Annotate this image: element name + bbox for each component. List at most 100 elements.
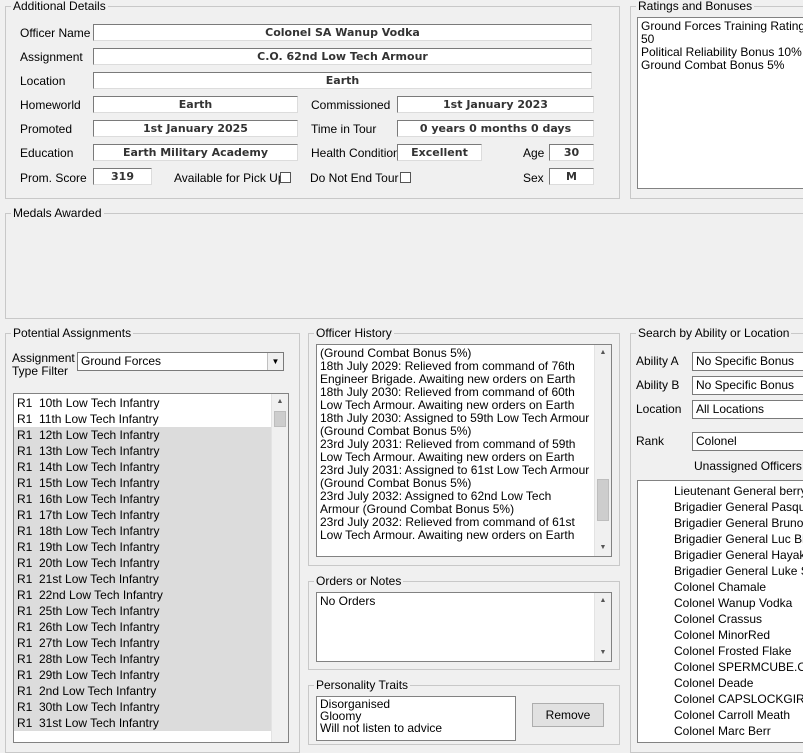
chevron-down-icon[interactable]: ▼ — [267, 353, 283, 370]
officer-list-item[interactable]: Brigadier General Hayakaw — [638, 547, 803, 563]
personality-list[interactable]: Disorganised Gloomy Will not listen to a… — [316, 696, 516, 741]
assignment-code: R1 — [17, 716, 33, 730]
rating-item: Ground Forces Training Rating 50 — [641, 19, 803, 46]
assignment-list-item[interactable]: R1 22nd Low Tech Infantry — [14, 587, 271, 603]
assignment-list-item[interactable]: R1 13th Low Tech Infantry — [14, 443, 271, 459]
assignment-code: R1 — [17, 508, 33, 522]
assignment-name: 15th Low Tech Infantry — [39, 476, 160, 490]
officer-history-text[interactable]: (Ground Combat Bonus 5%) 18th July 2029:… — [316, 344, 612, 557]
scroll-up-icon[interactable]: ▲ — [272, 394, 288, 410]
search-location-value: All Locations — [696, 402, 765, 416]
assignment-list-item[interactable]: R1 11th Low Tech Infantry — [14, 411, 271, 427]
officer-list-item[interactable]: Colonel Crassus — [638, 611, 803, 627]
assignment-list-item[interactable]: R1 29th Low Tech Infantry — [14, 667, 271, 683]
officer-list-item[interactable]: Colonel Deade — [638, 675, 803, 691]
assignment-code: R1 — [17, 460, 33, 474]
ability-a-select[interactable]: No Specific Bonus — [692, 352, 803, 371]
assignment-list-item[interactable]: R1 30th Low Tech Infantry — [14, 699, 271, 715]
assignment-code: R1 — [17, 396, 33, 410]
assignment-list-item[interactable]: R1 14th Low Tech Infantry — [14, 459, 271, 475]
history-line: 18th July 2029: Relieved from command of… — [320, 359, 576, 386]
assignment-list-item[interactable]: R1 16th Low Tech Infantry — [14, 491, 271, 507]
officer-list-item[interactable]: Colonel Frosted Flake — [638, 643, 803, 659]
assignment-list-item[interactable]: R1 10th Low Tech Infantry — [14, 395, 271, 411]
promoted-label: Promoted — [20, 122, 73, 136]
assignment-list-item[interactable]: R1 2nd Low Tech Infantry — [14, 683, 271, 699]
assignment-list-item[interactable]: R1 26th Low Tech Infantry — [14, 619, 271, 635]
history-line: 23rd July 2031: Assigned to 61st Low Tec… — [320, 463, 590, 490]
personality-title: Personality Traits — [314, 678, 411, 692]
officer-list-item[interactable]: Colonel Marc Berr — [638, 723, 803, 739]
history-line: 23rd July 2031: Relieved from command of… — [320, 437, 576, 464]
assignment-name: 16th Low Tech Infantry — [39, 492, 160, 506]
assignment-code: R1 — [17, 700, 33, 714]
assignment-code: R1 — [17, 652, 33, 666]
assignment-list-item[interactable]: R1 21st Low Tech Infantry — [14, 571, 271, 587]
officers-list[interactable]: Lieutenant General berryjorBrigadier Gen… — [637, 480, 803, 743]
scroll-thumb[interactable] — [597, 479, 609, 521]
officer-list-item[interactable]: Colonel SPERMCUBE.ORG — [638, 659, 803, 675]
assignment-list-item[interactable]: R1 19th Low Tech Infantry — [14, 539, 271, 555]
assignment-name: 12th Low Tech Infantry — [39, 428, 160, 442]
officer-history-title: Officer History — [314, 326, 394, 340]
ability-a-label: Ability A — [636, 354, 679, 368]
available-checkbox[interactable] — [280, 172, 291, 183]
officer-list-item[interactable]: Colonel Wanup Vodka — [638, 595, 803, 611]
assignment-list-item[interactable]: R1 12th Low Tech Infantry — [14, 427, 271, 443]
assignment-list-item[interactable]: R1 15th Low Tech Infantry — [14, 475, 271, 491]
remove-trait-button[interactable]: Remove — [532, 703, 604, 727]
history-scrollbar[interactable]: ▲ ▼ — [594, 345, 611, 556]
assignment-code: R1 — [17, 556, 33, 570]
officer-list-item[interactable]: Colonel Carroll Meath — [638, 707, 803, 723]
assignment-list-item[interactable]: R1 20th Low Tech Infantry — [14, 555, 271, 571]
rank-select[interactable]: Colonel — [692, 432, 803, 451]
assignment-list-item[interactable]: R1 28th Low Tech Infantry — [14, 651, 271, 667]
assignment-label: Assignment — [20, 50, 83, 64]
officer-list-item[interactable]: Brigadier General Luc Bisso — [638, 531, 803, 547]
trait-item[interactable]: Will not listen to advice — [320, 722, 512, 734]
assignments-scrollbar[interactable]: ▲ — [271, 394, 288, 742]
assignment-field: C.O. 62nd Low Tech Armour — [93, 48, 592, 65]
do-not-end-checkbox[interactable] — [400, 172, 411, 183]
officer-list-item[interactable]: Colonel CAPSLOCKGIRL — [638, 691, 803, 707]
officer-list-item[interactable]: Brigadier General Bruno Ro — [638, 515, 803, 531]
assignment-list-item[interactable]: R1 31st Low Tech Infantry — [14, 715, 271, 731]
officer-list-item[interactable]: Colonel Chamale — [638, 579, 803, 595]
potential-assignments-title: Potential Assignments — [11, 326, 134, 340]
officer-list-item[interactable]: Brigadier General Luke Ste — [638, 563, 803, 579]
assignment-code: R1 — [17, 524, 33, 538]
officer-list-item[interactable]: Brigadier General Pasquale — [638, 499, 803, 515]
assignment-list-item[interactable]: R1 25th Low Tech Infantry — [14, 603, 271, 619]
search-location-select[interactable]: All Locations — [692, 400, 803, 419]
orders-text[interactable]: No Orders ▲ ▼ — [316, 592, 612, 662]
scroll-down-icon[interactable]: ▼ — [595, 645, 611, 661]
homeworld-field: Earth — [93, 96, 298, 113]
officer-list-item[interactable]: Colonel MinorRed — [638, 627, 803, 643]
history-line: 23rd July 2032: Relieved from command of… — [320, 515, 575, 542]
assignment-list-item[interactable]: R1 27th Low Tech Infantry — [14, 635, 271, 651]
assignment-list-item[interactable]: R1 18th Low Tech Infantry — [14, 523, 271, 539]
medals-group: Medals Awarded — [5, 206, 803, 319]
assignments-list[interactable]: R1 10th Low Tech Infantry R1 11th Low Tech … — [13, 393, 289, 743]
assignment-type-filter[interactable]: Ground Forces ▼ — [77, 352, 284, 371]
rank-label: Rank — [636, 434, 665, 448]
scroll-up-icon[interactable]: ▲ — [595, 345, 611, 361]
assignment-code: R1 — [17, 444, 33, 458]
assignment-type-filter-value: Ground Forces — [81, 354, 162, 368]
health-label: Health Condition — [311, 146, 400, 160]
ratings-list[interactable]: Ground Forces Training Rating 50 Politic… — [637, 17, 803, 189]
ability-b-select[interactable]: No Specific Bonus — [692, 376, 803, 395]
promoted-field: 1st January 2025 — [93, 120, 298, 137]
scroll-down-icon[interactable]: ▼ — [595, 540, 611, 556]
sex-label: Sex — [523, 171, 544, 185]
scroll-thumb[interactable] — [274, 411, 286, 427]
assignment-code: R1 — [17, 684, 33, 698]
officer-list-item[interactable]: Lieutenant General berryjor — [638, 483, 803, 499]
scroll-up-icon[interactable]: ▲ — [595, 593, 611, 609]
time-in-tour-label: Time in Tour — [311, 122, 377, 136]
assignment-name: 14th Low Tech Infantry — [39, 460, 160, 474]
assignment-list-item[interactable]: R1 17th Low Tech Infantry — [14, 507, 271, 523]
commissioned-label: Commissioned — [311, 98, 391, 112]
available-label: Available for Pick Up — [174, 171, 285, 185]
orders-scrollbar[interactable]: ▲ ▼ — [594, 593, 611, 661]
